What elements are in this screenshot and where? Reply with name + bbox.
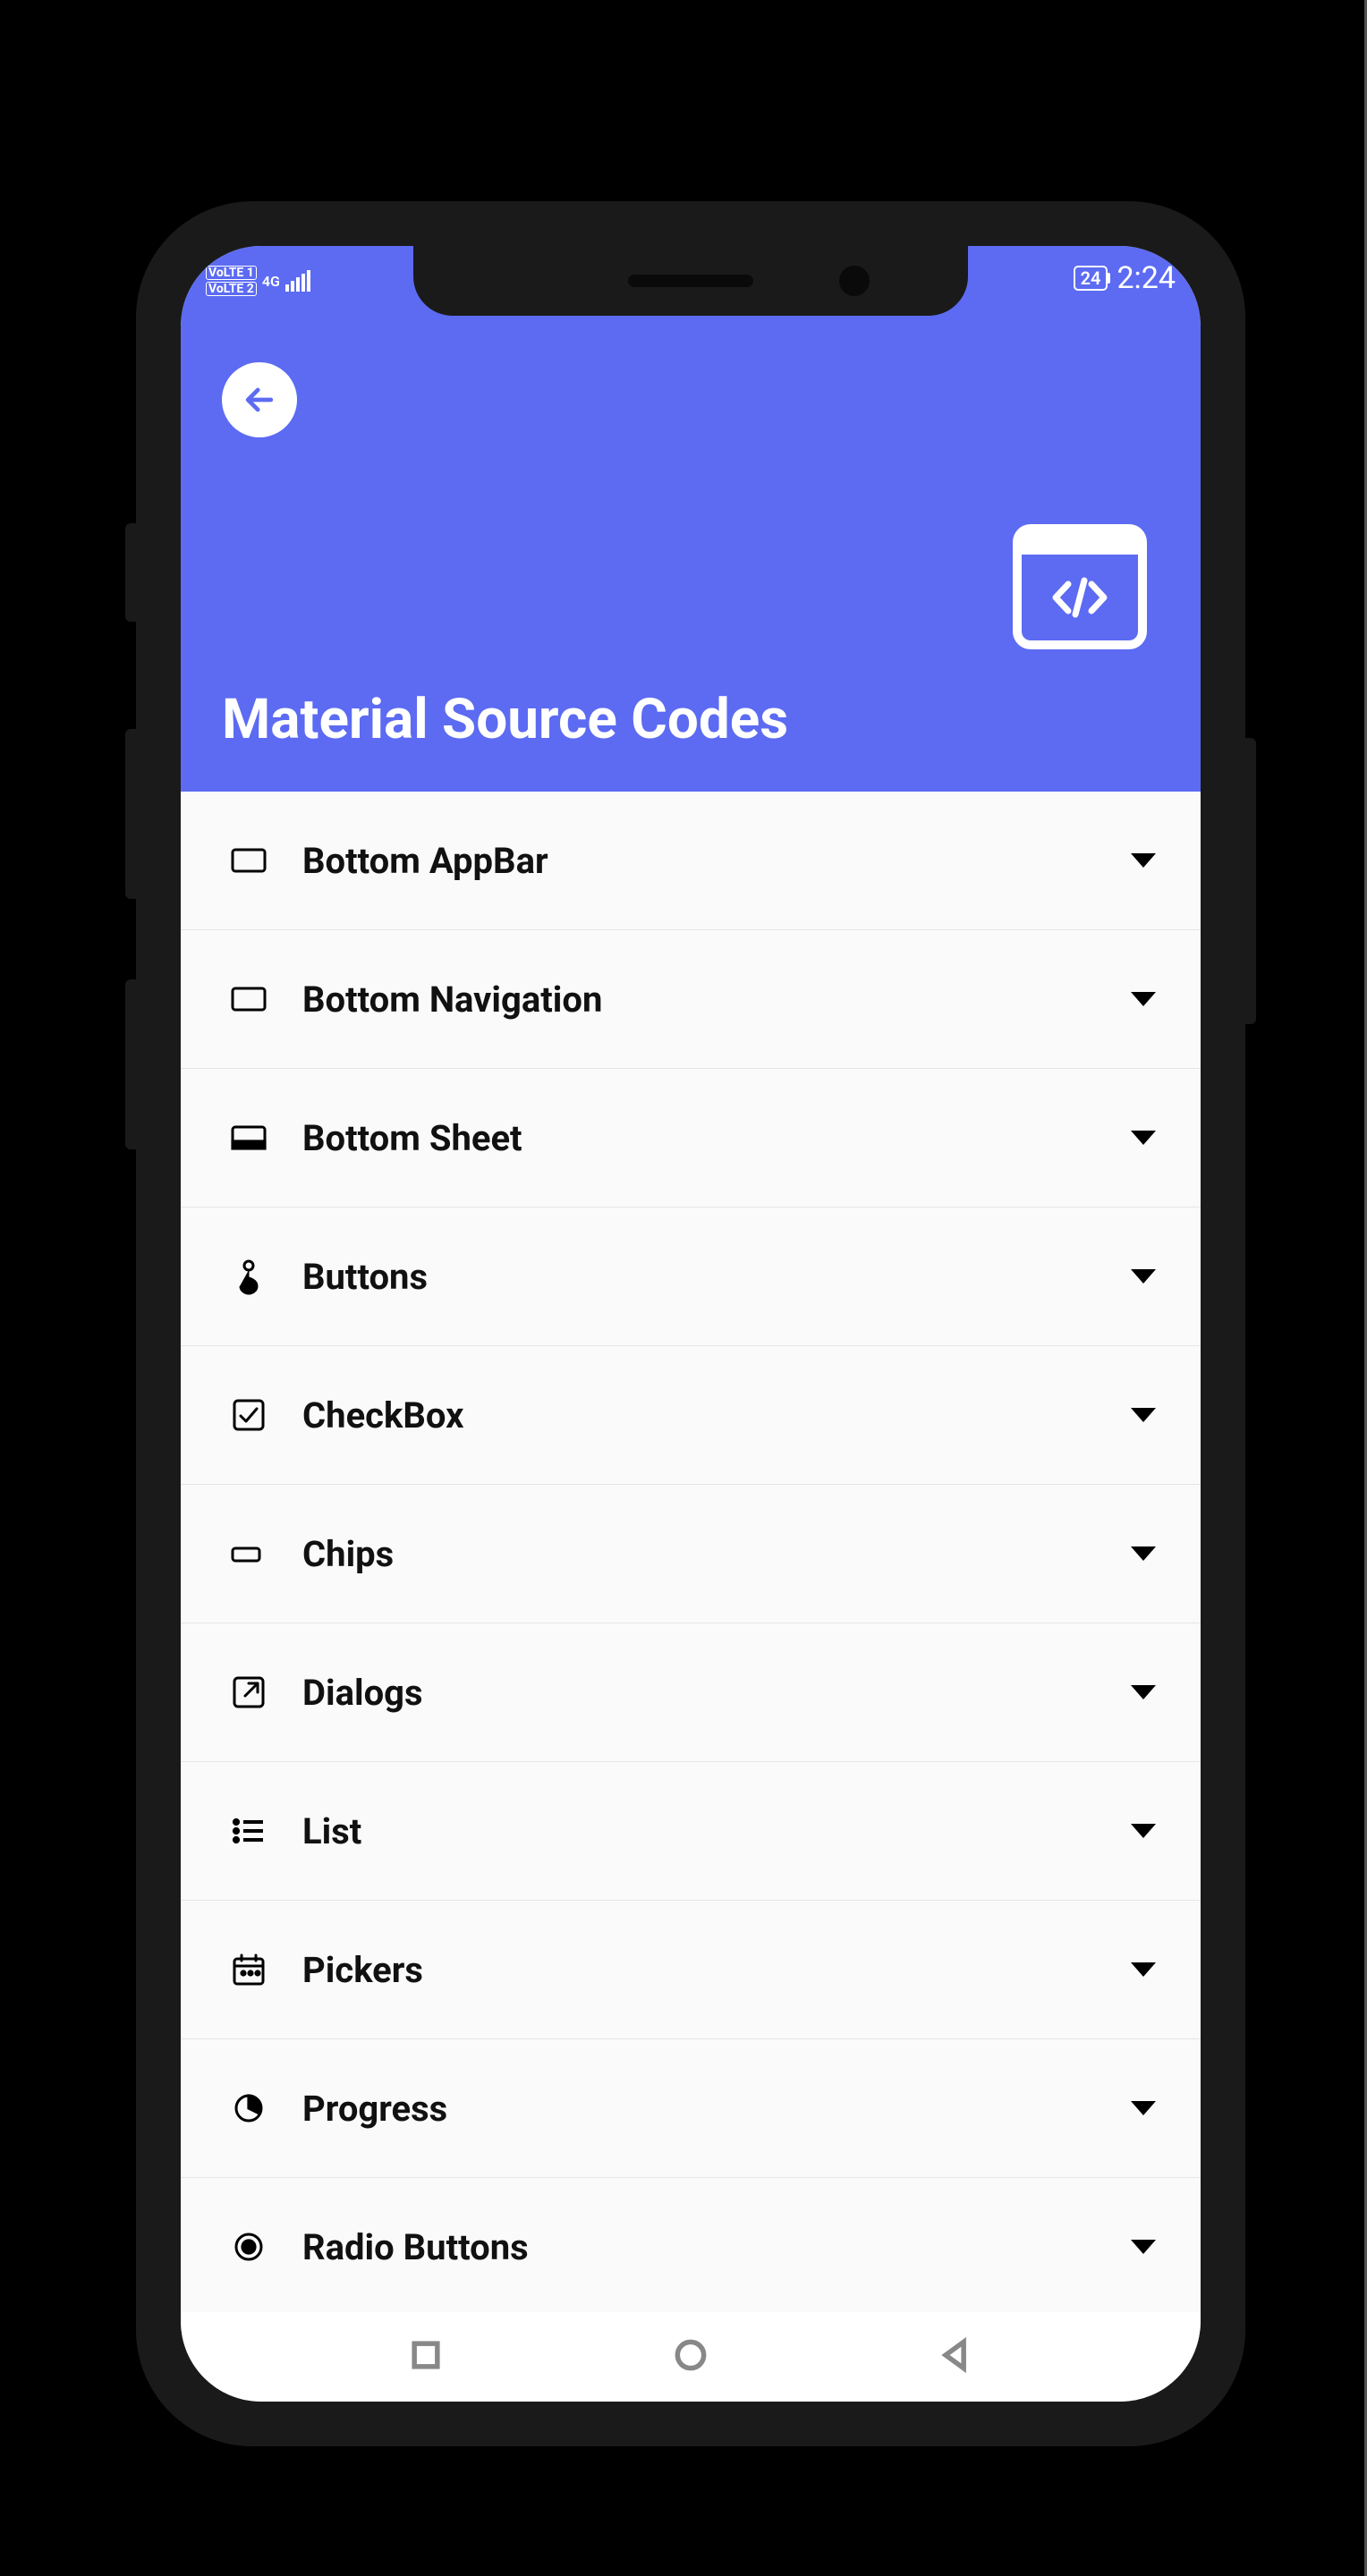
progress-icon [225, 2085, 272, 2131]
phone-speaker [628, 275, 753, 287]
caret-down-icon [1131, 1546, 1156, 1561]
caret-down-icon [1131, 853, 1156, 868]
caret-down-icon [1131, 992, 1156, 1006]
list-item-label: Radio Buttons [302, 2226, 1131, 2268]
list-item-label: List [302, 1810, 1131, 1852]
caret-down-icon [1131, 1269, 1156, 1284]
list-item[interactable]: List [181, 1762, 1201, 1901]
list-item[interactable]: Buttons [181, 1208, 1201, 1346]
clock: 2:24 [1117, 260, 1176, 296]
panel-bottom-outline-icon [225, 837, 272, 884]
list-item-label: Pickers [302, 1949, 1131, 1991]
phone-volume-down [125, 979, 136, 1149]
checkbox-icon [225, 1392, 272, 1438]
calendar-icon [225, 1946, 272, 1993]
phone-side-button [125, 523, 136, 622]
list-item[interactable]: Bottom AppBar [181, 792, 1201, 930]
volte-indicator-2: VoLTE 2 [206, 282, 257, 296]
battery-indicator: 24 [1074, 266, 1108, 291]
phone-notch [413, 246, 968, 316]
list-item[interactable]: Progress [181, 2039, 1201, 2178]
list-item[interactable]: Bottom Sheet [181, 1069, 1201, 1208]
list-item[interactable]: Radio Buttons [181, 2178, 1201, 2317]
panel-bottom-outline-icon [225, 976, 272, 1022]
list-item[interactable]: Chips [181, 1485, 1201, 1623]
list-item-label: Bottom AppBar [302, 840, 1131, 882]
caret-down-icon [1131, 2240, 1156, 2254]
signal-bars-icon [285, 270, 310, 292]
arrow-left-icon [240, 380, 279, 419]
material-list: Bottom AppBar Bottom Navigation Bottom She… [181, 792, 1201, 2317]
radio-icon [225, 2224, 272, 2270]
phone-power-button [1245, 738, 1256, 1024]
list-item[interactable]: CheckBox [181, 1346, 1201, 1485]
list-item[interactable]: Dialogs [181, 1623, 1201, 1762]
code-icon [1013, 524, 1147, 649]
network-type: 4G [262, 273, 280, 290]
caret-down-icon [1131, 1131, 1156, 1145]
list-item-label: Chips [302, 1533, 1131, 1575]
panel-bottom-filled-icon [225, 1114, 272, 1161]
status-right: 24 2:24 [1074, 260, 1176, 296]
status-left: VoLTE 1 VoLTE 2 4G [206, 266, 310, 296]
phone-screen: VoLTE 1 VoLTE 2 4G 24 2:24 [181, 246, 1201, 2402]
page-title: Material Source Codes [222, 687, 788, 752]
list-item-label: Progress [302, 2088, 1131, 2130]
caret-down-icon [1131, 1685, 1156, 1699]
list-item-label: Buttons [302, 1256, 1131, 1298]
nav-back-button[interactable] [936, 2335, 975, 2378]
phone-frame: VoLTE 1 VoLTE 2 4G 24 2:24 [136, 201, 1245, 2446]
app-header: VoLTE 1 VoLTE 2 4G 24 2:24 [181, 246, 1201, 792]
chip-icon [225, 1530, 272, 1577]
nav-home-button[interactable] [671, 2335, 710, 2378]
caret-down-icon [1131, 1824, 1156, 1838]
nav-recent-button[interactable] [406, 2335, 446, 2378]
list-item-label: Bottom Navigation [302, 979, 1131, 1021]
phone-volume-up [125, 729, 136, 899]
list-item[interactable]: Bottom Navigation [181, 930, 1201, 1069]
list-icon [225, 1808, 272, 1854]
system-nav-bar [181, 2312, 1201, 2402]
list-item-label: CheckBox [302, 1394, 1131, 1436]
volte-indicator-1: VoLTE 1 [206, 266, 257, 280]
caret-down-icon [1131, 1408, 1156, 1422]
caret-down-icon [1131, 2101, 1156, 2115]
open-external-icon [225, 1669, 272, 1716]
list-item-label: Bottom Sheet [302, 1117, 1131, 1159]
list-item[interactable]: Pickers [181, 1901, 1201, 2039]
back-button[interactable] [222, 362, 297, 437]
caret-down-icon [1131, 1962, 1156, 1977]
list-item-label: Dialogs [302, 1672, 1131, 1714]
touch-icon [225, 1253, 272, 1300]
phone-camera [839, 266, 870, 296]
